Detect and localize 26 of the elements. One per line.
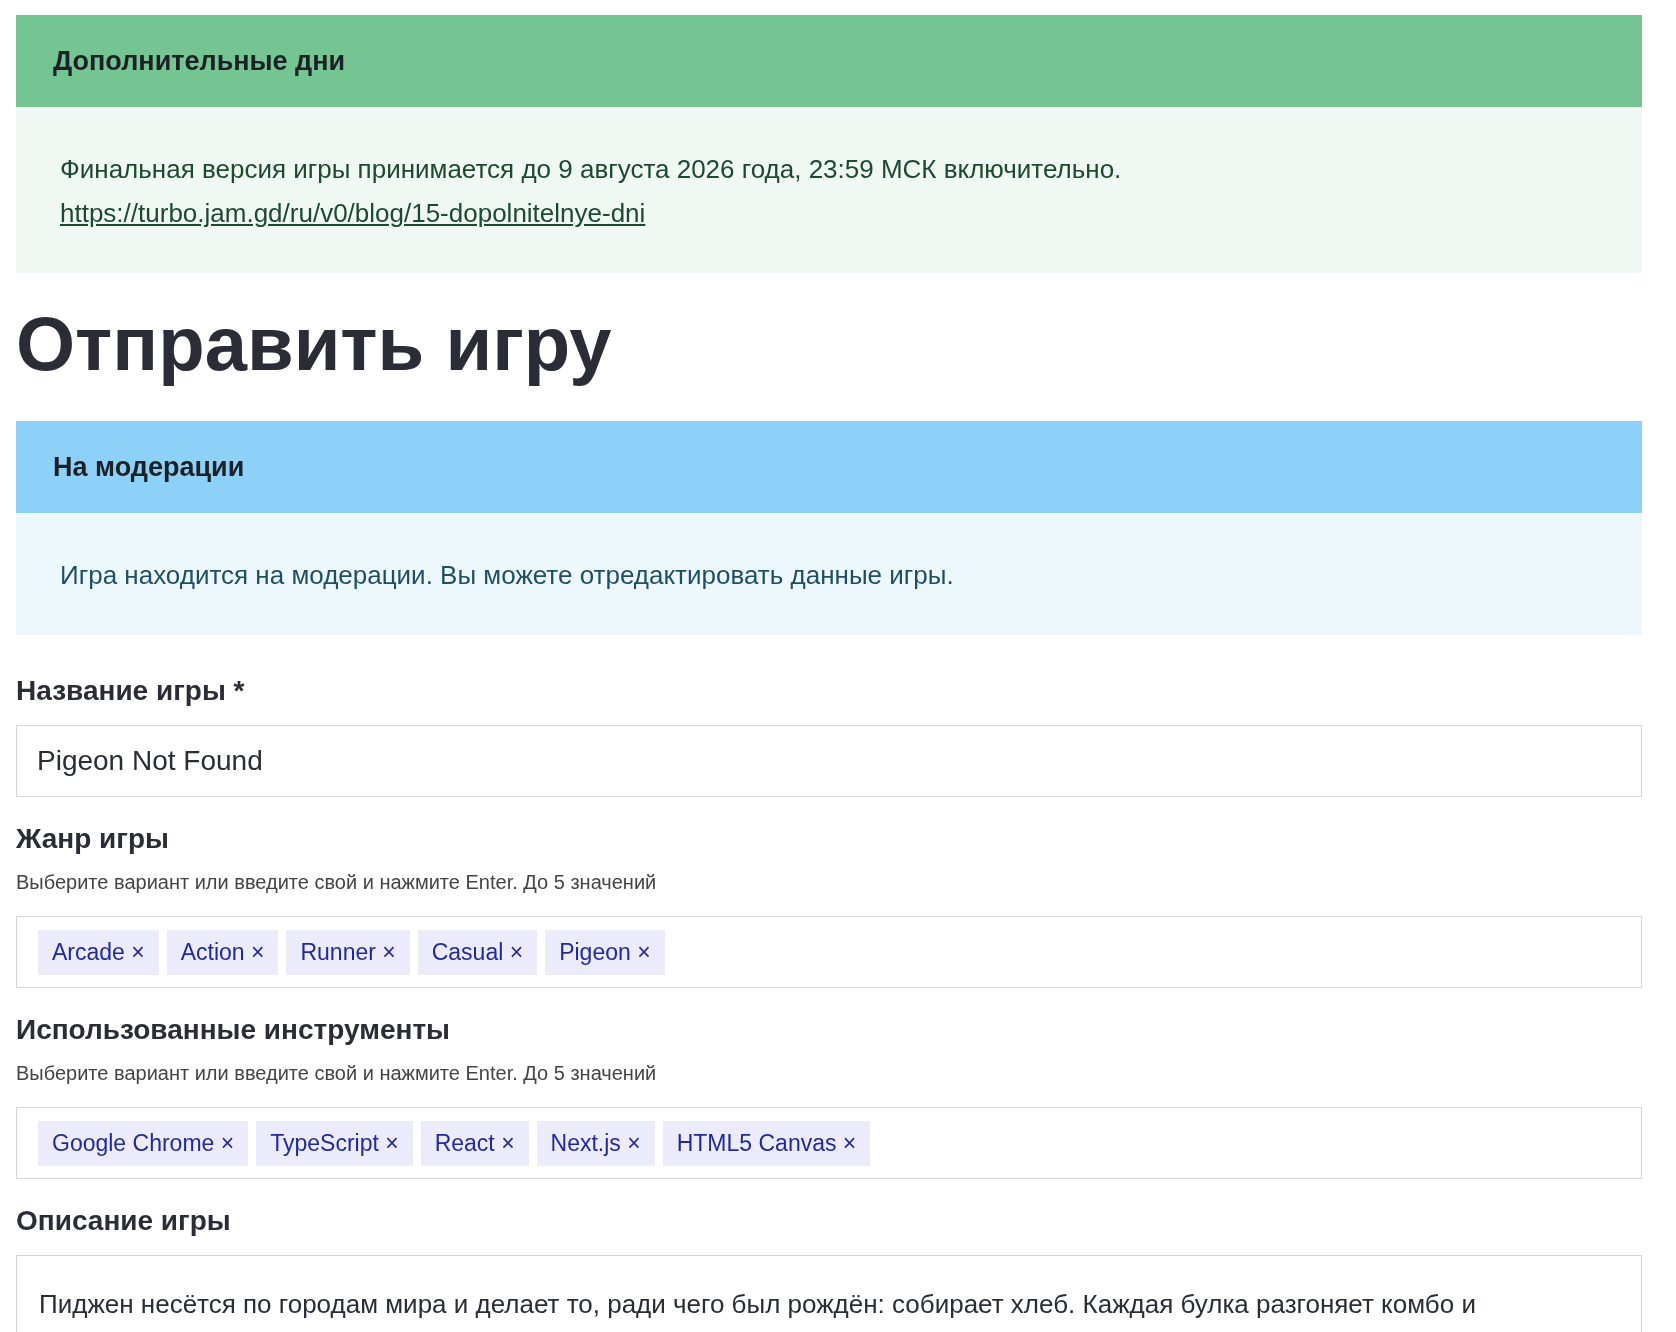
- tag-chip[interactable]: TypeScript ×: [256, 1120, 413, 1166]
- alert-text: Финальная версия игры принимается до 9 августа 2026 года, 23:59 МСК включительно.: [60, 153, 1122, 186]
- tag-input-field[interactable]: Arcade × Action × Runner × Casual × Pigeon ×: [16, 916, 1642, 988]
- text-area[interactable]: Пиджен несётся по городам мира и делает то, ради чего был рождён: собирает хлеб. Каждая булка разгоняет комбо и: [16, 1255, 1642, 1332]
- tag-input-field[interactable]: Google Chrome × TypeScript × React × Next.js × HTML5 Canvas ×: [16, 1107, 1642, 1179]
- field-label: Жанр игры: [16, 823, 169, 855]
- alert-text: Игра находится на модерации. Вы можете отредактировать данные игры.: [60, 559, 954, 592]
- field-hint: Выберите вариант или введите свой и нажмите Enter. До 5 значений: [16, 871, 657, 894]
- field-label: Название игры *: [16, 675, 245, 707]
- field-label: Описание игры: [16, 1205, 231, 1237]
- page-title: Отправить игру: [16, 300, 613, 388]
- tag-chip[interactable]: Casual ×: [417, 929, 538, 975]
- field-label: Использованные инструменты: [16, 1014, 450, 1046]
- tag-chip[interactable]: Action ×: [166, 929, 279, 975]
- alert-header: На модерации: [16, 421, 1642, 513]
- input-field[interactable]: Pigeon Not Found: [16, 725, 1642, 797]
- tag-chip[interactable]: Runner ×: [286, 929, 410, 975]
- tag-chip[interactable]: Google Chrome ×: [38, 1120, 249, 1166]
- tag-chip[interactable]: Arcade ×: [38, 929, 159, 975]
- blog-link[interactable]: https://turbo.jam.gd/ru/v0/blog/15-dopolnitelnye-dni: [60, 191, 646, 235]
- tag-chip[interactable]: Next.js ×: [536, 1120, 655, 1166]
- alert-header: Дополнительные дни: [16, 15, 1642, 107]
- tag-chip[interactable]: Pigeon ×: [545, 929, 665, 975]
- field-hint: Выберите вариант или введите свой и нажмите Enter. До 5 значений: [16, 1062, 657, 1085]
- tag-chip[interactable]: HTML5 Canvas ×: [662, 1120, 871, 1166]
- tag-chip[interactable]: React ×: [420, 1120, 529, 1166]
